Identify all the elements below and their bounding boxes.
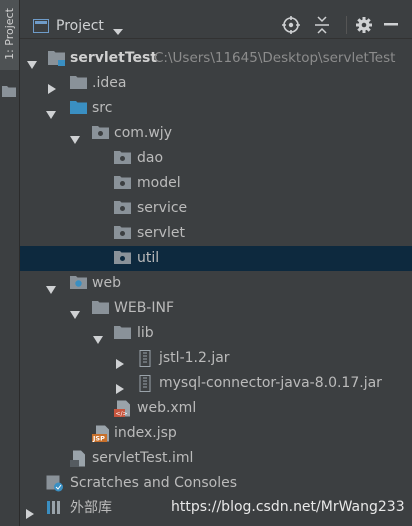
tree-item-lib[interactable]: lib <box>20 321 412 346</box>
project-view-selector[interactable]: Project <box>56 17 104 35</box>
idea-folder-label: .idea <box>92 75 127 91</box>
package-icon <box>114 225 132 244</box>
root-module-label: servletTest <box>70 50 158 66</box>
tree-item-package[interactable]: com.wjy <box>20 121 412 146</box>
package-label: com.wjy <box>114 125 172 141</box>
library-icon <box>46 500 64 519</box>
tree-item-jsp[interactable]: JSP index.jsp <box>20 421 412 446</box>
jar-icon <box>139 375 151 396</box>
tree-item-jar[interactable]: jstl-1.2.jar <box>20 346 412 371</box>
jar-label: mysql-connector-java-8.0.17.jar <box>159 375 382 391</box>
gear-icon[interactable] <box>353 14 375 36</box>
folder-icon <box>92 300 110 319</box>
tree-item-dao[interactable]: dao <box>20 146 412 171</box>
tree-item-root[interactable]: servletTest C:\Users\11645\Desktop\servl… <box>20 46 412 71</box>
tree-item-iml[interactable]: servletTest.iml <box>20 446 412 471</box>
package-label: servlet <box>137 225 185 241</box>
collapse-all-icon[interactable] <box>311 14 333 36</box>
xml-file-icon: </> <box>114 400 132 421</box>
webxml-label: web.xml <box>137 400 197 416</box>
tree-item-jar[interactable]: mysql-connector-java-8.0.17.jar <box>20 371 412 396</box>
package-icon <box>114 150 132 169</box>
package-icon <box>114 175 132 194</box>
header-divider <box>346 16 347 34</box>
collapsed-arrow-icon[interactable] <box>26 504 34 523</box>
tree-item-webinf[interactable]: WEB-INF <box>20 296 412 321</box>
project-tool-tab[interactable]: 1: Project <box>0 0 19 70</box>
module-file-icon <box>70 450 86 471</box>
tree-item-model[interactable]: model <box>20 171 412 196</box>
root-path-label: C:\Users\11645\Desktop\servletTest <box>154 50 396 66</box>
tree-item-util[interactable]: util <box>20 246 412 271</box>
tree-item-webxml[interactable]: </> web.xml <box>20 396 412 421</box>
tree-item-scratches[interactable]: Scratches and Consoles <box>20 471 412 496</box>
package-icon <box>114 250 132 269</box>
module-folder-icon <box>48 50 66 70</box>
svg-text:</>: </> <box>116 411 128 418</box>
svg-text:JSP: JSP <box>92 435 105 443</box>
jar-label: jstl-1.2.jar <box>159 350 230 366</box>
folder-tool-icon[interactable] <box>2 82 16 101</box>
external-libraries-label: 外部库 <box>70 500 112 516</box>
package-icon <box>92 125 110 144</box>
package-icon <box>114 200 132 219</box>
source-folder-icon <box>70 100 88 119</box>
src-folder-label: src <box>92 100 113 116</box>
jsp-file-icon: JSP <box>92 425 111 446</box>
watermark-text: https://blog.csdn.net/MrWang233 <box>171 499 405 515</box>
package-label: dao <box>137 150 164 166</box>
tree-item-web[interactable]: web <box>20 271 412 296</box>
tool-window-strip: 1: Project <box>0 0 20 526</box>
folder-icon <box>114 325 132 344</box>
locate-icon[interactable] <box>280 14 302 36</box>
tree-item-servlet[interactable]: servlet <box>20 221 412 246</box>
package-label: service <box>137 200 188 216</box>
minimize-icon[interactable] <box>380 14 402 36</box>
web-folder-icon <box>70 275 88 294</box>
jsp-label: index.jsp <box>114 425 177 441</box>
package-label: util <box>137 250 160 266</box>
webinf-folder-label: WEB-INF <box>114 300 174 316</box>
project-panel-header: Project <box>20 0 412 39</box>
web-folder-label: web <box>92 275 121 291</box>
tree-item-service[interactable]: service <box>20 196 412 221</box>
lib-folder-label: lib <box>137 325 154 341</box>
folder-icon <box>70 75 88 94</box>
tree-item-idea[interactable]: .idea <box>20 71 412 96</box>
tree-item-src[interactable]: src <box>20 96 412 121</box>
iml-label: servletTest.iml <box>92 450 194 466</box>
jar-icon <box>139 350 151 371</box>
project-view-icon <box>33 18 49 37</box>
package-label: model <box>137 175 181 191</box>
scratches-icon <box>46 475 64 496</box>
chevron-down-icon[interactable] <box>113 20 123 39</box>
project-tool-tab-label: 1: Project <box>3 8 16 60</box>
scratches-label: Scratches and Consoles <box>70 475 237 491</box>
